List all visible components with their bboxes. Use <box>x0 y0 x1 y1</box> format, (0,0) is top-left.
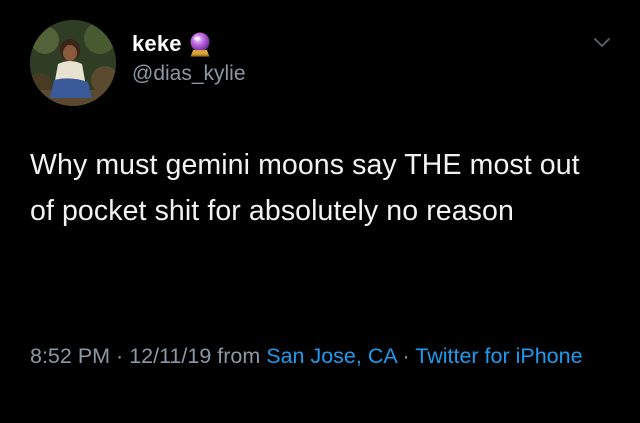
tweet-meta: 8:52 PM · 12/11/19 from San Jose, CA · T… <box>30 340 620 373</box>
source-link[interactable]: Twitter for iPhone <box>415 344 582 368</box>
meta-separator: · <box>110 344 130 368</box>
tweet-card: keke @dias_kylie Why must gemini moons s… <box>0 0 640 423</box>
tweet-date[interactable]: 12/11/19 <box>129 344 211 368</box>
display-name[interactable]: keke <box>132 31 182 57</box>
avatar-photo <box>30 20 116 106</box>
location-link[interactable]: San Jose, CA <box>266 344 396 368</box>
chevron-down-icon[interactable] <box>592 36 612 50</box>
tweet-text: Why must gemini moons say THE most out o… <box>30 149 580 227</box>
from-label: from <box>211 344 267 368</box>
name-row: keke <box>132 30 212 58</box>
tweet-time[interactable]: 8:52 PM <box>30 344 110 368</box>
meta-separator: · <box>396 344 416 368</box>
crystal-ball-icon <box>188 31 212 57</box>
user-handle[interactable]: @dias_kylie <box>132 62 246 86</box>
avatar[interactable] <box>30 20 116 106</box>
